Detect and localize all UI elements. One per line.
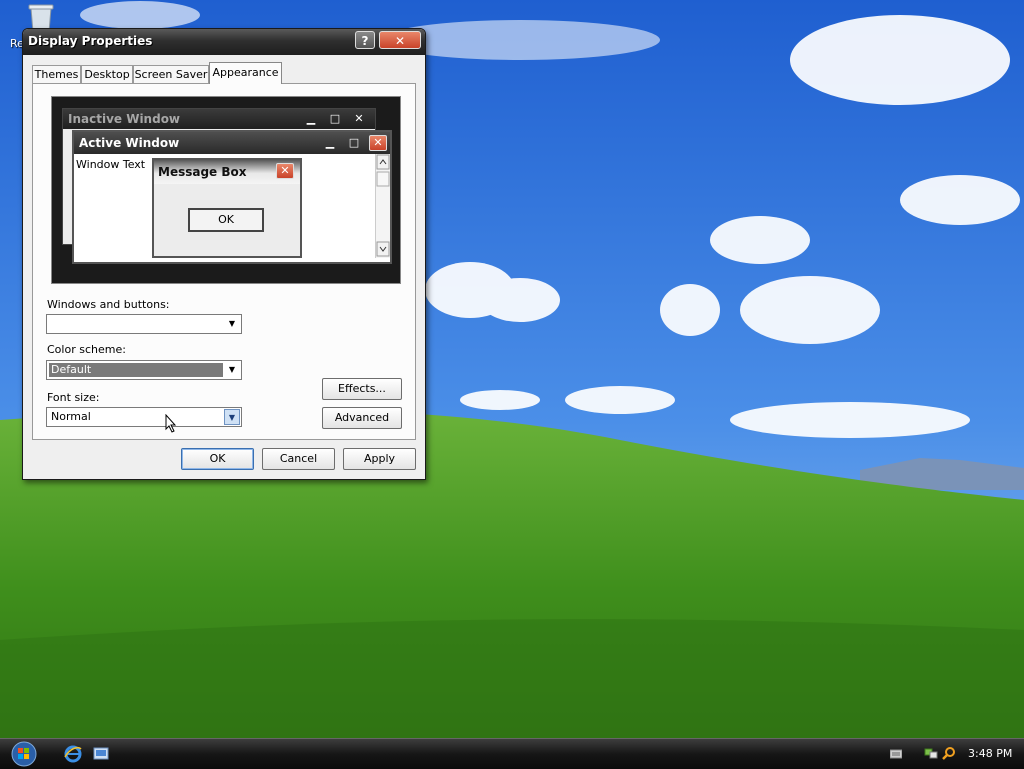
tab-themes[interactable]: Themes <box>32 65 81 83</box>
apply-button[interactable]: Apply <box>343 448 416 470</box>
help-button[interactable]: ? <box>355 31 375 49</box>
preview-active-close-icon: ✕ <box>369 135 387 151</box>
preview-close-icon: ✕ <box>354 112 364 125</box>
window-title: Display Properties <box>28 34 153 48</box>
font-size-label: Font size: <box>47 391 100 404</box>
network-icon[interactable] <box>924 746 938 760</box>
display-properties-window: Display Properties ? ✕ Themes Desktop Sc… <box>22 28 426 480</box>
windows-buttons-label: Windows and buttons: <box>47 298 170 311</box>
chevron-down-icon: ▼ <box>224 409 240 425</box>
chevron-down-icon: ▼ <box>228 319 236 328</box>
preview-maximize-icon: □ <box>329 112 341 125</box>
preview-window-text: Window Text <box>76 158 146 171</box>
windows-buttons-value <box>49 317 51 331</box>
taskbar: 3:48 PM <box>0 738 1024 769</box>
font-size-dropdown[interactable]: Normal ▼ <box>46 407 242 427</box>
ok-button[interactable]: OK <box>181 448 254 470</box>
font-size-value: Normal <box>51 410 91 423</box>
appearance-panel: Inactive Window ▁ □ ✕ Active Window ▁ □ … <box>32 83 416 440</box>
keyboard-icon[interactable] <box>890 749 902 759</box>
start-button[interactable] <box>9 740 39 768</box>
preview-active-maximize-icon: □ <box>348 136 360 149</box>
preview-ok-button: OK <box>188 208 264 232</box>
color-scheme-label: Color scheme: <box>47 343 126 356</box>
preview-message-close-icon: ✕ <box>276 163 294 179</box>
preview-minimize-icon: ▁ <box>306 112 316 125</box>
preview-scroll-arrows-icon <box>376 154 390 257</box>
preview-active-minimize-icon: ▁ <box>325 136 335 149</box>
tab-desktop[interactable]: Desktop <box>81 65 133 83</box>
preview-active-window: Active Window ▁ □ ✕ Window Text Message … <box>72 130 392 264</box>
tab-screen-saver[interactable]: Screen Saver <box>133 65 209 83</box>
preview-message-title: Message Box <box>158 165 247 179</box>
close-button[interactable]: ✕ <box>379 31 421 49</box>
color-scheme-value: Default <box>49 363 223 377</box>
cancel-button[interactable]: Cancel <box>262 448 335 470</box>
preview-active-title: Active Window <box>79 136 180 150</box>
taskbar-clock[interactable]: 3:48 PM <box>968 747 1012 760</box>
internet-explorer-icon[interactable] <box>64 745 82 763</box>
title-bar[interactable]: Display Properties ? ✕ <box>23 29 425 55</box>
effects-button[interactable]: Effects... <box>322 378 402 400</box>
advanced-button[interactable]: Advanced <box>322 407 402 429</box>
appearance-preview: Inactive Window ▁ □ ✕ Active Window ▁ □ … <box>51 96 401 284</box>
tab-appearance[interactable]: Appearance <box>209 62 282 84</box>
show-desktop-icon[interactable] <box>92 745 110 763</box>
chevron-down-icon: ▼ <box>228 365 236 374</box>
mouse-cursor-icon <box>165 414 177 433</box>
windows-buttons-dropdown[interactable]: ▼ <box>46 314 242 334</box>
search-icon[interactable] <box>942 746 956 760</box>
preview-message-box: Message Box ✕ OK <box>152 158 302 258</box>
color-scheme-dropdown[interactable]: Default ▼ <box>46 360 242 380</box>
preview-scrollbar <box>375 154 390 258</box>
preview-inactive-title: Inactive Window <box>68 112 181 126</box>
